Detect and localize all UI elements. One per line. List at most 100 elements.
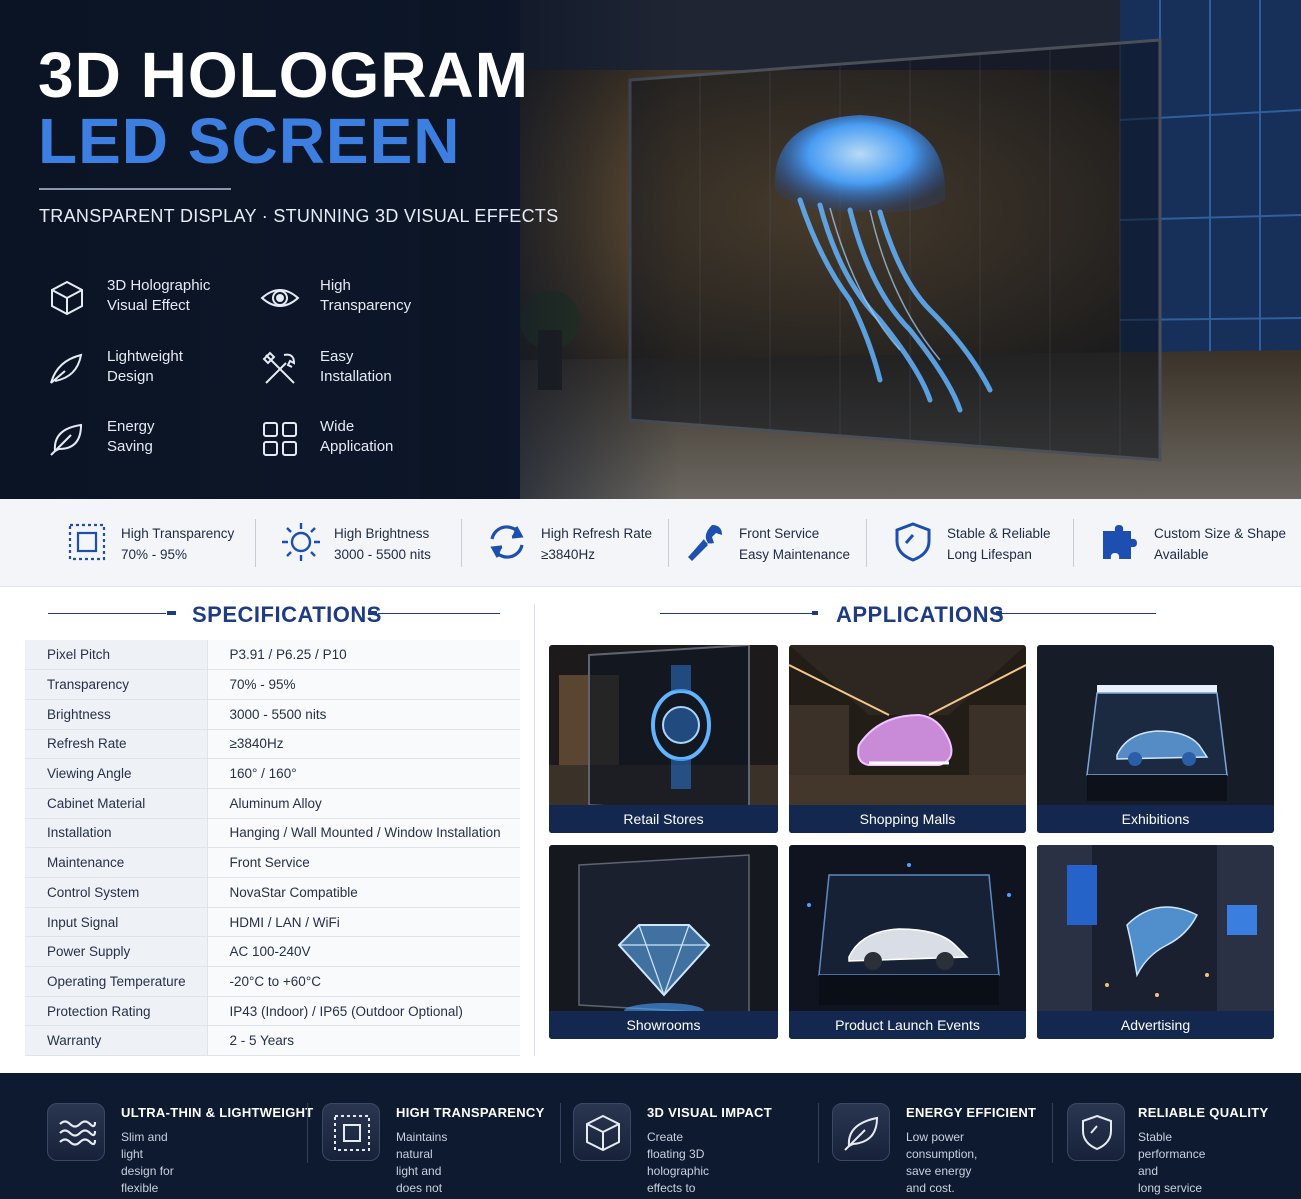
feature-wide-application: Wide Application <box>260 418 460 469</box>
footer-divider <box>560 1103 561 1163</box>
benefit-title: ULTRA-THIN & LIGHTWEIGHT <box>121 1105 314 1120</box>
wrench-icon <box>688 525 722 561</box>
tools-icon <box>262 351 296 384</box>
product-launch-car-image <box>789 845 1026 1039</box>
applications-heading: APPLICATIONS <box>836 602 1005 627</box>
strip-divider <box>255 519 256 567</box>
spec-row: Pixel Pitch P3.91 / P6.25 / P10 <box>25 640 520 671</box>
spec-key: Control System <box>25 877 208 908</box>
spec-value: IP43 (Indoor) / IP65 (Outdoor Optional) <box>207 996 520 1027</box>
app-heading-dot-left <box>812 611 818 615</box>
app-card-label: Product Launch Events <box>789 1011 1026 1039</box>
transparency-frame-icon <box>68 523 106 561</box>
refresh-icon <box>490 525 524 559</box>
highlight-value: 3000 - 5500 nits <box>334 547 431 562</box>
spec-key: Power Supply <box>25 936 208 968</box>
app-card-advertising[interactable]: Advertising <box>1037 845 1274 1039</box>
spec-value: NovaStar Compatible <box>207 877 520 908</box>
spec-row: Brightness 3000 - 5500 nits <box>25 699 520 730</box>
feature-label: 3D Holographic Visual Effect <box>107 277 211 314</box>
spec-heading-line-right <box>378 613 500 614</box>
highlight-text: High Brightness 3000 - 5500 nits <box>334 523 431 565</box>
app-card-label: Advertising <box>1037 1011 1274 1039</box>
app-card-retail-stores[interactable]: Retail Stores <box>549 645 778 833</box>
footer-divider <box>307 1103 308 1163</box>
benefit-title: ENERGY EFFICIENT <box>906 1105 1037 1120</box>
app-heading-line-right <box>1002 613 1156 614</box>
eye-icon <box>260 289 300 307</box>
spec-row: Cabinet Material Aluminum Alloy <box>25 788 520 819</box>
highlight-title: Stable & Reliable <box>947 526 1051 541</box>
spec-key: Operating Temperature <box>25 966 208 997</box>
benefit-icon-tile <box>47 1103 105 1161</box>
spec-value: Hanging / Wall Mounted / Window Installa… <box>207 818 520 849</box>
spec-value: 3000 - 5500 nits <box>207 699 520 730</box>
feature-3d-holographic: 3D Holographic Visual Effect <box>47 277 247 328</box>
highlight-value: ≥3840Hz <box>541 547 595 562</box>
transparency-frame-icon <box>334 1115 370 1151</box>
feature-high-transparency: High Transparency <box>260 277 460 328</box>
puzzle-icon <box>1103 525 1137 559</box>
highlight-value: 70% - 95% <box>121 547 188 562</box>
spec-row: Control System NovaStar Compatible <box>25 877 520 908</box>
highlight-text: Custom Size & Shape Available <box>1154 523 1286 565</box>
app-card-label: Showrooms <box>549 1011 778 1039</box>
spec-heading-dot-left <box>167 611 176 615</box>
spec-value: 2 - 5 Years <box>207 1025 520 1057</box>
advertising-dolphin-image <box>1037 845 1274 1039</box>
spec-key: Input Signal <box>25 907 208 938</box>
shield-check-icon <box>895 522 931 562</box>
app-card-exhibitions[interactable]: Exhibitions <box>1037 645 1274 833</box>
spec-heading-dot-right <box>368 611 377 615</box>
strip-divider <box>461 519 462 567</box>
spec-row: Transparency 70% - 95% <box>25 669 520 700</box>
app-card-product-launch-events[interactable]: Product Launch Events <box>789 845 1026 1039</box>
spec-row: Maintenance Front Service <box>25 847 520 878</box>
spec-value: Front Service <box>207 847 520 878</box>
spec-key: Warranty <box>25 1025 208 1057</box>
grid-icon <box>263 422 297 456</box>
hero-title-line-2: LED SCREEN <box>38 105 461 177</box>
spec-key: Cabinet Material <box>25 788 208 819</box>
benefit-title: 3D VISUAL IMPACT <box>647 1105 772 1120</box>
spec-value: 160° / 160° <box>207 758 520 789</box>
hero-tagline: TRANSPARENT DISPLAY · STUNNING 3D VISUAL… <box>39 206 559 226</box>
highlight-value: Long Lifespan <box>947 547 1032 562</box>
spec-value: AC 100-240V <box>207 936 520 968</box>
specifications-table: Pixel Pitch P3.91 / P6.25 / P10 Transparen… <box>25 640 520 1057</box>
highlight-text: High Refresh Rate ≥3840Hz <box>541 523 652 565</box>
highlight-title: Custom Size & Shape <box>1154 526 1287 541</box>
highlight-title: Front Service <box>739 526 820 541</box>
sun-icon <box>282 523 320 561</box>
spec-value: ≥3840Hz <box>207 729 520 760</box>
highlight-text: High Transparency 70% - 95% <box>121 523 234 565</box>
app-card-label: Exhibitions <box>1037 805 1274 833</box>
leaf-icon <box>50 423 83 456</box>
spec-row: Installation Hanging / Wall Mounted / Win… <box>25 818 520 849</box>
hero-banner: 3D HOLOGRAM LED SCREEN TRANSPARENT DISPL… <box>0 0 1301 499</box>
strip-divider <box>866 519 867 567</box>
feature-lightweight: Lightweight Design <box>47 348 247 399</box>
shield-check-icon <box>1082 1114 1112 1151</box>
spec-key: Protection Rating <box>25 996 208 1027</box>
highlight-text: Stable & Reliable Long Lifespan <box>947 523 1051 565</box>
benefit-icon-tile <box>832 1103 890 1161</box>
benefit-desc: Slim and light design for flexible insta… <box>121 1130 181 1199</box>
feature-easy-installation: Easy Installation <box>260 348 460 399</box>
app-card-shopping-malls[interactable]: Shopping Malls <box>789 645 1026 833</box>
app-card-label: Shopping Malls <box>789 805 1026 833</box>
highlights-strip: High Transparency 70% - 95% High Brightn… <box>0 499 1301 587</box>
highlight-title: High Refresh Rate <box>541 526 653 541</box>
spec-key: Viewing Angle <box>25 758 208 789</box>
spec-row: Operating Temperature -20°C to +60°C <box>25 966 520 997</box>
benefit-desc: Stable performance and long service life… <box>1138 1130 1206 1199</box>
feature-label: Energy Saving <box>107 418 155 455</box>
app-card-showrooms[interactable]: Showrooms <box>549 845 778 1039</box>
footer-divider <box>818 1103 819 1163</box>
spec-key: Maintenance <box>25 847 208 878</box>
spec-row: Viewing Angle 160° / 160° <box>25 758 520 789</box>
spec-key: Installation <box>25 818 208 849</box>
benefit-desc: Create floating 3D holographic effects t… <box>647 1130 710 1199</box>
highlight-title: High Brightness <box>334 526 430 541</box>
spec-table-body: Pixel Pitch P3.91 / P6.25 / P10 Transparen… <box>25 640 520 1057</box>
